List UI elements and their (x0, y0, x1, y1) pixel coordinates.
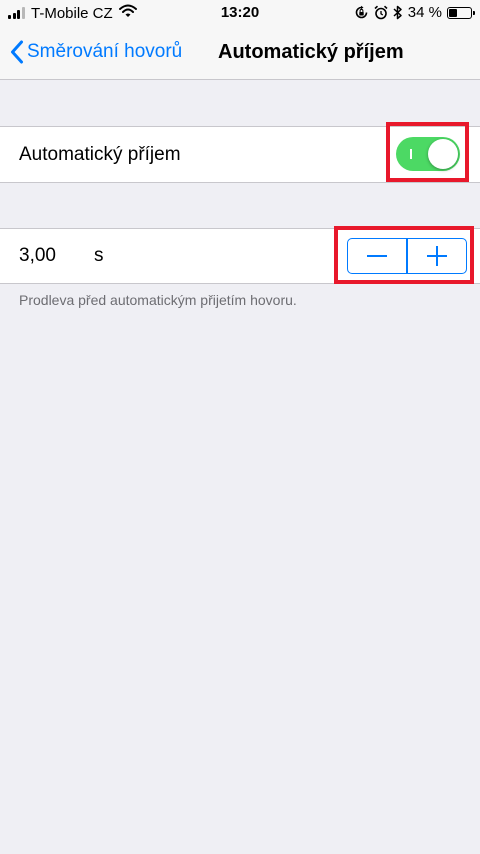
page-title: Automatický příjem (218, 41, 404, 63)
back-button[interactable]: Směrování hovorů (10, 40, 182, 64)
chevron-left-icon (11, 40, 23, 64)
status-right: 34 % (349, 4, 475, 21)
bluetooth-icon (393, 5, 403, 20)
toggle-highlight-box (386, 122, 469, 182)
battery-icon (447, 6, 475, 19)
delay-value: 3,00 (19, 245, 56, 266)
auto-answer-label: Automatický příjem (19, 144, 181, 165)
delay-unit: s (94, 245, 104, 266)
status-bar: T-Mobile CZ 13:20 34 % (0, 0, 480, 28)
battery-percent: 34 % (407, 4, 442, 21)
stepper-highlight-box (334, 226, 474, 284)
alarm-icon (374, 5, 388, 20)
rotation-lock-icon (354, 5, 369, 20)
navigation-bar: Směrování hovorů Automatický příjem (0, 28, 480, 80)
back-button-label: Směrování hovorů (27, 41, 183, 62)
delay-footer-note: Prodleva před automatickým přijetím hovo… (19, 292, 297, 308)
screen: T-Mobile CZ 13:20 34 % Směrování hovorů … (0, 0, 480, 854)
